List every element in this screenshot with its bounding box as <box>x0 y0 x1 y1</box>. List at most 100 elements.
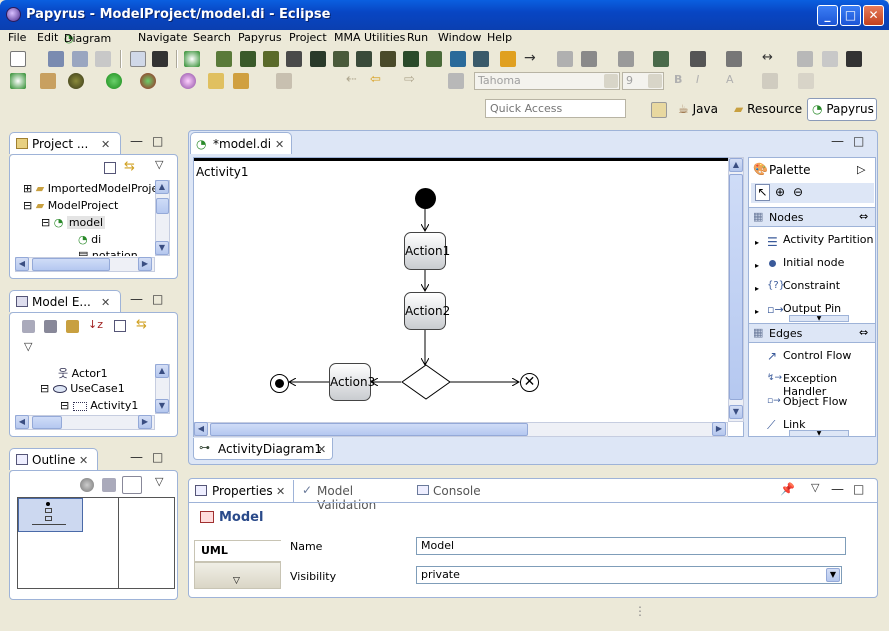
maximize-button[interactable]: □ <box>840 5 861 26</box>
refresh-icon[interactable] <box>500 51 516 67</box>
menu-run[interactable]: Run <box>407 31 428 44</box>
console-tab[interactable]: Console <box>415 480 485 502</box>
save-all-icon[interactable] <box>72 51 88 67</box>
forward-arrow-icon[interactable]: ⇨ <box>404 72 415 87</box>
save-icon[interactable] <box>48 51 64 67</box>
compartments-icon[interactable] <box>726 51 742 67</box>
grid-icon[interactable] <box>822 51 838 67</box>
tree-item[interactable]: ⊟ UseCase1 <box>40 382 125 395</box>
select-tool-icon[interactable]: ↖ <box>755 184 770 201</box>
back-icon[interactable]: ⇠ <box>346 72 357 87</box>
minimize-view-icon[interactable]: — <box>130 450 143 465</box>
font-color-icon[interactable]: A <box>726 73 734 86</box>
align-bottom-icon[interactable] <box>333 51 349 67</box>
tree-item[interactable]: ⊟ ▰ ModelProject <box>23 199 118 212</box>
palette-collapse-icon[interactable]: ▷ <box>857 163 865 176</box>
arrange-icon[interactable] <box>618 51 634 67</box>
expand-icon[interactable]: ⊞ <box>23 182 32 195</box>
tree-item[interactable]: ◔ di <box>78 233 101 246</box>
menu-navigate[interactable]: Navigate <box>138 31 187 44</box>
pin-icon[interactable]: 📌 <box>780 482 795 496</box>
palette-item-object-flow[interactable]: Object Flow <box>783 395 847 408</box>
maximize-view-icon[interactable]: □ <box>152 450 163 464</box>
project-explorer-tab[interactable]: Project ... ✕ <box>9 132 121 154</box>
tree-item[interactable]: ▤ notation <box>78 250 138 256</box>
scrollbar-thumb[interactable] <box>32 416 62 429</box>
perspective-java[interactable]: ☕ Java <box>678 99 726 120</box>
minimize-view-icon[interactable]: — <box>130 292 143 307</box>
flow-final-node[interactable]: ✕ <box>520 373 539 392</box>
properties-tab[interactable]: Properties ✕ <box>190 480 294 502</box>
scroll-up-arrow[interactable]: ▲ <box>155 180 169 194</box>
expand-arrow-icon[interactable]: ▸ <box>755 284 759 293</box>
palette-item-constraint[interactable]: Constraint <box>783 279 840 292</box>
collapse-icon[interactable]: ⊟ <box>41 216 50 229</box>
zoom-arrows-icon[interactable]: ↔ <box>762 50 773 65</box>
match-width-icon[interactable] <box>356 51 372 67</box>
menu-search[interactable]: Search <box>193 31 231 44</box>
palette-item-output-pin[interactable]: Output Pin <box>783 302 841 315</box>
font-size-combo[interactable]: 9 <box>622 72 664 90</box>
scrollbar-thumb[interactable] <box>32 258 110 271</box>
match-height-icon[interactable] <box>380 51 396 67</box>
scroll-left-arrow[interactable]: ◀ <box>15 257 29 271</box>
uml-side-tab[interactable]: UML <box>194 540 281 562</box>
editor-tab-model-di[interactable]: ◔ *model.di ✕ <box>190 132 292 154</box>
tree-item[interactable]: 웃 Actor1 <box>58 365 108 381</box>
align-top-icon[interactable] <box>286 51 302 67</box>
pencil-icon[interactable] <box>40 73 56 89</box>
font-name-combo[interactable]: Tahoma <box>474 72 620 90</box>
palette-edges-header[interactable]: ▦ Edges ⇔ <box>749 323 875 343</box>
window-icon[interactable] <box>130 51 146 67</box>
web-icon[interactable] <box>180 73 196 89</box>
overview-icon[interactable] <box>80 478 94 492</box>
select-all-icon[interactable] <box>581 51 597 67</box>
scrollbar-thumb[interactable] <box>156 198 169 214</box>
align-right-icon[interactable] <box>263 51 279 67</box>
font-style-icon[interactable] <box>448 73 464 89</box>
minimize-editor-icon[interactable]: — <box>831 134 844 149</box>
close-icon[interactable]: ✕ <box>79 454 88 467</box>
diagram-tab-activity[interactable]: ⊶ ActivityDiagram1 ✕ <box>193 438 333 460</box>
chevron-down-icon[interactable]: ▽ <box>233 576 240 586</box>
menu-window[interactable]: Window <box>438 31 481 44</box>
fill-color-icon[interactable] <box>762 73 778 89</box>
papyrus-diagram-icon[interactable] <box>184 51 200 67</box>
expand-arrow-icon[interactable]: ▸ <box>755 261 759 270</box>
tree-item[interactable]: ⊞ ▰ ImportedModelProject <box>23 182 169 195</box>
menu-help[interactable]: Help <box>487 31 512 44</box>
decision-node[interactable] <box>401 365 451 400</box>
collapse-icon[interactable]: ⊟ <box>40 382 49 395</box>
diagram-canvas[interactable]: Activity1 Action1 Action2 Action3 ✕ <box>193 157 744 437</box>
view-menu-icon[interactable]: ▽ <box>155 158 163 171</box>
expand-arrow-icon[interactable]: ▸ <box>755 238 759 247</box>
align-middle-icon[interactable] <box>310 51 326 67</box>
sort-icon[interactable]: ↓z <box>88 318 103 331</box>
side-tab-scroll[interactable]: ▽ <box>194 562 281 589</box>
scroll-left-arrow[interactable]: ◀ <box>15 415 29 429</box>
align-left-icon[interactable] <box>216 51 232 67</box>
group-icon[interactable] <box>653 51 669 67</box>
close-icon[interactable]: ✕ <box>275 138 284 151</box>
chevron-down-icon[interactable]: ▼ <box>826 568 840 582</box>
link-editor-icon[interactable]: ⇆ <box>124 159 135 174</box>
maximize-view-icon[interactable]: □ <box>152 292 163 306</box>
minimize-view-icon[interactable]: — <box>831 482 844 497</box>
menu-project[interactable]: Project <box>289 31 327 44</box>
pin-drawer-icon[interactable]: ⇔ <box>859 326 868 339</box>
ruler-icon[interactable] <box>846 51 862 67</box>
tree-item-selected[interactable]: ⊟ ◔ model <box>41 216 106 229</box>
copy-format-icon[interactable] <box>557 51 573 67</box>
scroll-down-arrow[interactable]: ▼ <box>729 405 743 419</box>
filter-edit-icon[interactable] <box>66 320 79 333</box>
bold-icon[interactable]: B <box>674 73 682 86</box>
scrollbar-thumb[interactable] <box>210 423 528 436</box>
forward-icon[interactable]: ⇦ <box>370 72 381 87</box>
filter-icon[interactable] <box>690 51 706 67</box>
route-icon[interactable] <box>450 51 466 67</box>
external-tools-icon[interactable] <box>140 73 156 89</box>
status-grip-icon[interactable]: ⋮ <box>634 605 646 617</box>
action-node-1[interactable]: Action1 <box>404 232 450 270</box>
palette-scroll-down-icon[interactable]: ▼ <box>789 430 849 437</box>
palette-item-initial-node[interactable]: Initial node <box>783 256 844 269</box>
